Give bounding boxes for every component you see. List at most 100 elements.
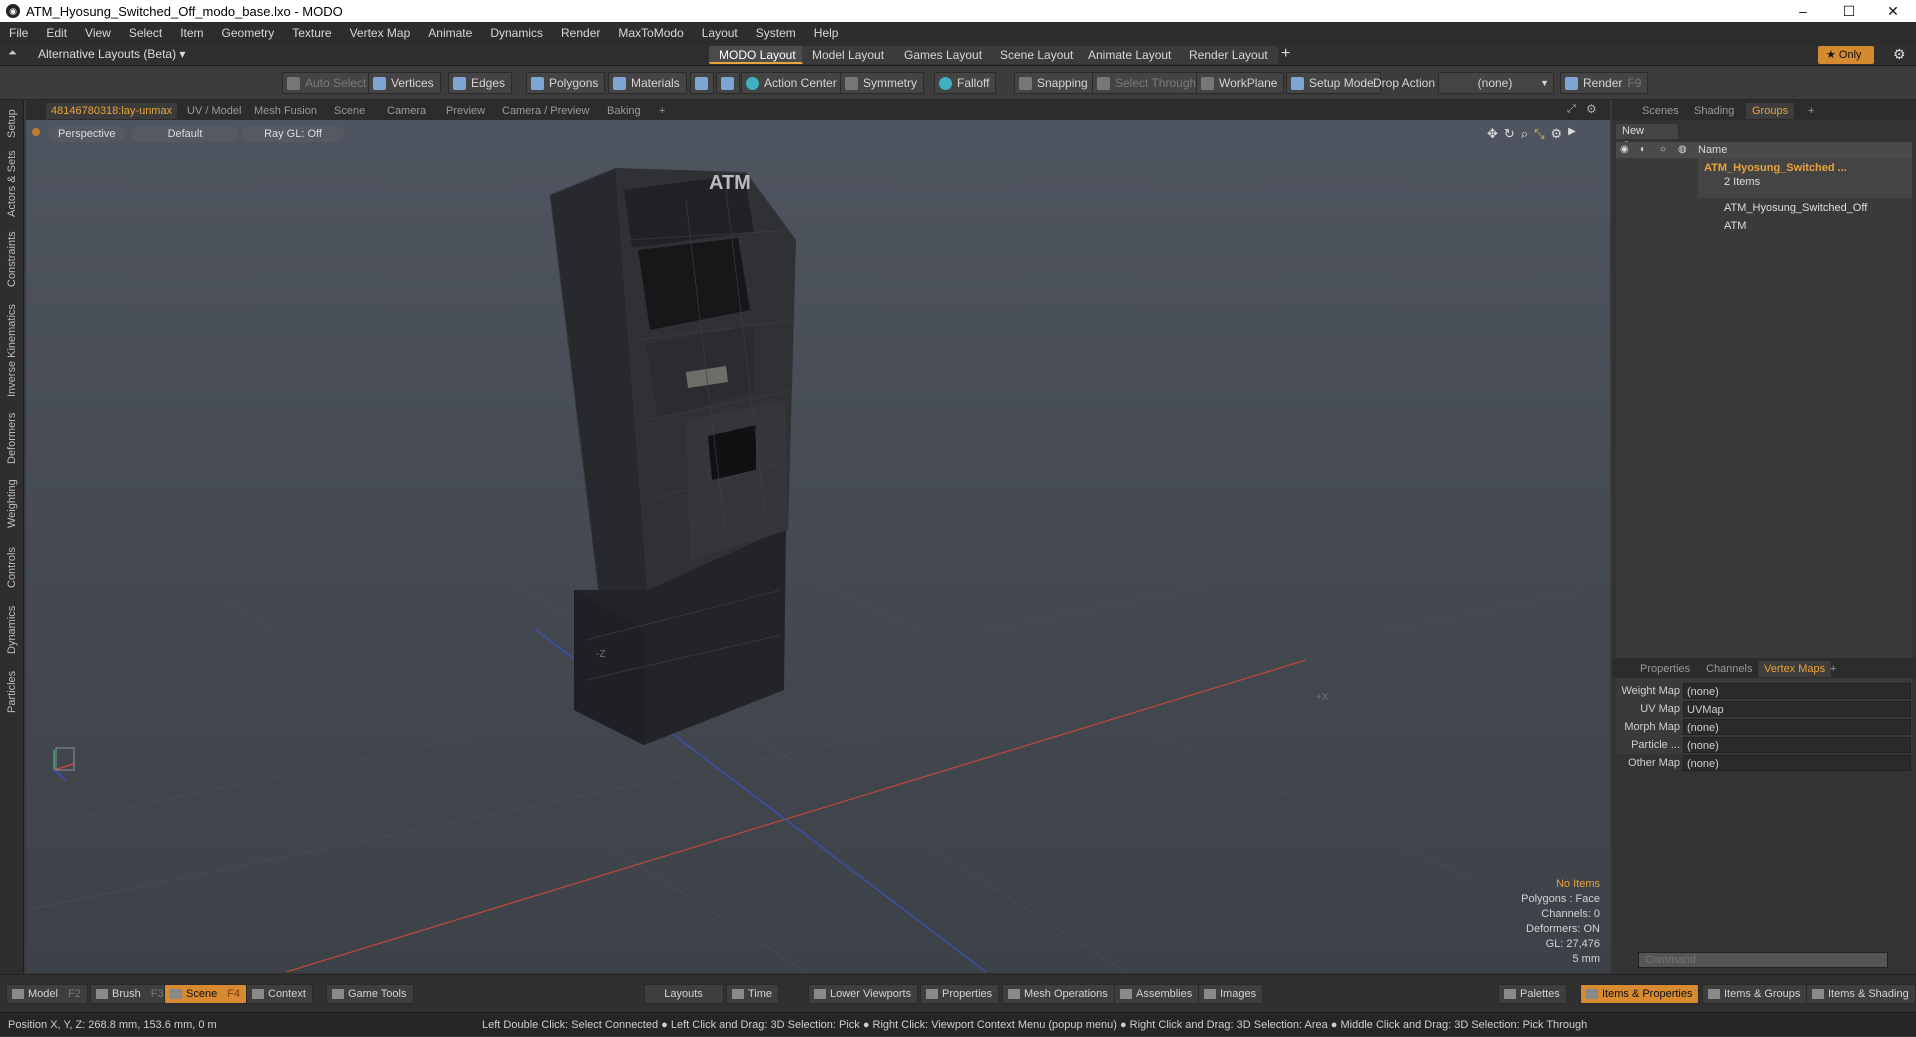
symmetry-button[interactable]: Symmetry bbox=[840, 72, 924, 94]
lock-icon[interactable]: ○ bbox=[1660, 142, 1666, 158]
tab-controls[interactable]: Controls bbox=[0, 540, 24, 596]
tab-mesh-fusion[interactable]: Mesh Fusion bbox=[249, 103, 322, 119]
setup-mode-button[interactable]: Setup Mode bbox=[1286, 72, 1381, 94]
menu-vertex-map[interactable]: Vertex Map bbox=[341, 26, 420, 40]
brush-button[interactable]: Brush F3 bbox=[90, 984, 171, 1004]
tab-uv-model[interactable]: UV / Model bbox=[182, 103, 246, 119]
tab-camera[interactable]: Camera bbox=[382, 103, 431, 119]
particle-map-value[interactable]: (none) bbox=[1683, 737, 1911, 753]
select-icon[interactable]: ◍ bbox=[1678, 142, 1687, 158]
menu-edit[interactable]: Edit bbox=[37, 26, 76, 40]
add-layout-button[interactable]: + bbox=[1281, 45, 1290, 63]
tab-vertex-maps[interactable]: Vertex Maps bbox=[1758, 661, 1832, 677]
only-toggle[interactable]: ★ Only bbox=[1818, 46, 1874, 64]
lower-viewports-button[interactable]: Lower Viewports bbox=[808, 984, 919, 1004]
menu-file[interactable]: File bbox=[0, 26, 37, 40]
tab-groups[interactable]: Groups bbox=[1746, 103, 1795, 119]
images-button[interactable]: Images bbox=[1198, 984, 1264, 1004]
tab-camera-preview[interactable]: Camera / Preview bbox=[497, 103, 594, 119]
falloff-button[interactable]: Falloff bbox=[934, 72, 997, 94]
layout-up-icon[interactable]: ⏶ bbox=[8, 47, 17, 60]
tab-constraints[interactable]: Constraints bbox=[0, 226, 24, 292]
minimize-button[interactable]: – bbox=[1780, 0, 1826, 22]
tab-inverse-kinematics[interactable]: Inverse Kinematics bbox=[0, 298, 24, 404]
menu-maxtomodo[interactable]: MaxToModo bbox=[609, 26, 692, 40]
snapping-button[interactable]: Snapping bbox=[1014, 72, 1095, 94]
tab-setup[interactable]: Setup bbox=[0, 106, 24, 142]
polygons-button[interactable]: Polygons bbox=[526, 72, 606, 94]
morph-map-row[interactable]: Morph Map (none) bbox=[1612, 718, 1916, 736]
items-shading-button[interactable]: Items & Shading bbox=[1806, 984, 1916, 1004]
close-button[interactable]: ✕ bbox=[1870, 0, 1916, 22]
menu-system[interactable]: System bbox=[747, 26, 805, 40]
render-button[interactable]: Render F9 bbox=[1560, 72, 1649, 94]
tab-weighting[interactable]: Weighting bbox=[0, 472, 24, 536]
action-center-button[interactable]: Action Center bbox=[741, 72, 844, 94]
visibility-eye-icon[interactable]: ◉ bbox=[1620, 142, 1629, 158]
vertices-button[interactable]: Vertices bbox=[368, 72, 441, 94]
other-map-row[interactable]: Other Map (none) bbox=[1612, 754, 1916, 772]
drop-action-select[interactable]: (none) ▼ bbox=[1438, 72, 1554, 94]
menu-animate[interactable]: Animate bbox=[419, 26, 481, 40]
time-button[interactable]: Time bbox=[726, 984, 780, 1004]
add-panel-tab-button[interactable]: + bbox=[1802, 103, 1820, 119]
gear-icon[interactable]: ⚙ bbox=[1893, 46, 1906, 63]
gear-icon[interactable]: ⚙ bbox=[1586, 102, 1597, 116]
tab-modo-layout[interactable]: MODO Layout bbox=[709, 46, 806, 64]
scene-button[interactable]: Scene F4 bbox=[164, 984, 248, 1004]
tab-model-layout[interactable]: Model Layout bbox=[802, 46, 895, 64]
tab-scene[interactable]: Scene bbox=[329, 103, 370, 119]
menu-texture[interactable]: Texture bbox=[283, 26, 340, 40]
menu-view[interactable]: View bbox=[76, 26, 120, 40]
menu-dynamics[interactable]: Dynamics bbox=[481, 26, 552, 40]
menu-item[interactable]: Item bbox=[171, 26, 212, 40]
tab-dynamics[interactable]: Dynamics bbox=[0, 600, 24, 660]
maximize-viewport-icon[interactable]: ⤢ bbox=[1567, 103, 1576, 116]
tab-particles[interactable]: Particles bbox=[0, 664, 24, 720]
items-properties-button[interactable]: Items & Properties bbox=[1580, 984, 1700, 1004]
command-input[interactable] bbox=[1638, 952, 1888, 968]
tab-channels[interactable]: Channels bbox=[1700, 661, 1758, 677]
menu-layout[interactable]: Layout bbox=[693, 26, 747, 40]
tab-render-layout[interactable]: Render Layout bbox=[1179, 46, 1278, 64]
menu-render[interactable]: Render bbox=[552, 26, 609, 40]
maximize-button[interactable]: ☐ bbox=[1826, 0, 1872, 22]
palettes-button[interactable]: Palettes bbox=[1498, 984, 1567, 1004]
game-tools-button[interactable]: Game Tools bbox=[326, 984, 414, 1004]
tab-scenes[interactable]: Scenes bbox=[1636, 103, 1685, 119]
tab-animate-layout[interactable]: Animate Layout bbox=[1078, 46, 1182, 64]
select-shield-2-button[interactable] bbox=[716, 72, 740, 94]
particle-map-row[interactable]: Particle ... (none) bbox=[1612, 736, 1916, 754]
select-through-button[interactable]: Select Through bbox=[1092, 72, 1204, 94]
tab-preview[interactable]: Preview bbox=[441, 103, 490, 119]
tab-deformers[interactable]: Deformers bbox=[0, 408, 24, 468]
tab-lay-unmax[interactable]: 48146780318:lay-unmax bbox=[46, 103, 178, 119]
weight-map-value[interactable]: (none) bbox=[1683, 683, 1911, 699]
3d-viewport[interactable]: Perspective Default Ray GL: Off ✥ ↻ ⌕ ⤡ … bbox=[26, 120, 1610, 972]
add-tab-button[interactable]: + bbox=[654, 103, 670, 119]
menu-geometry[interactable]: Geometry bbox=[213, 26, 284, 40]
name-column-header[interactable]: Name bbox=[1698, 142, 1727, 158]
tab-shading[interactable]: Shading bbox=[1688, 103, 1740, 119]
add-properties-tab-button[interactable]: + bbox=[1824, 661, 1842, 677]
tab-scene-layout[interactable]: Scene Layout bbox=[990, 46, 1084, 64]
other-map-value[interactable]: (none) bbox=[1683, 755, 1911, 771]
group-row[interactable]: ATM_Hyosung_Switched ... 2 Items bbox=[1698, 158, 1912, 198]
properties-button[interactable]: Properties bbox=[920, 984, 1000, 1004]
tab-baking[interactable]: Baking bbox=[602, 103, 646, 119]
render-icon[interactable]: ◐ bbox=[1640, 142, 1646, 158]
auto-select-button[interactable]: Auto Select bbox=[282, 72, 374, 94]
alternative-layouts-dropdown[interactable]: Alternative Layouts (Beta) ▾ bbox=[38, 47, 185, 61]
edges-button[interactable]: Edges bbox=[448, 72, 513, 94]
items-groups-button[interactable]: Items & Groups bbox=[1702, 984, 1808, 1004]
uv-map-value[interactable]: UVMap bbox=[1683, 701, 1911, 717]
uv-map-row[interactable]: UV Map UVMap bbox=[1612, 700, 1916, 718]
context-button[interactable]: Context bbox=[246, 984, 313, 1004]
group-child-mesh[interactable]: ATM_Hyosung_Switched_Off bbox=[1724, 200, 1867, 216]
layouts-button[interactable]: Layouts bbox=[644, 984, 724, 1004]
menu-help[interactable]: Help bbox=[805, 26, 848, 40]
new-group-button[interactable]: New Group bbox=[1616, 124, 1678, 152]
menu-select[interactable]: Select bbox=[120, 26, 171, 40]
materials-button[interactable]: Materials bbox=[608, 72, 687, 94]
morph-map-value[interactable]: (none) bbox=[1683, 719, 1911, 735]
